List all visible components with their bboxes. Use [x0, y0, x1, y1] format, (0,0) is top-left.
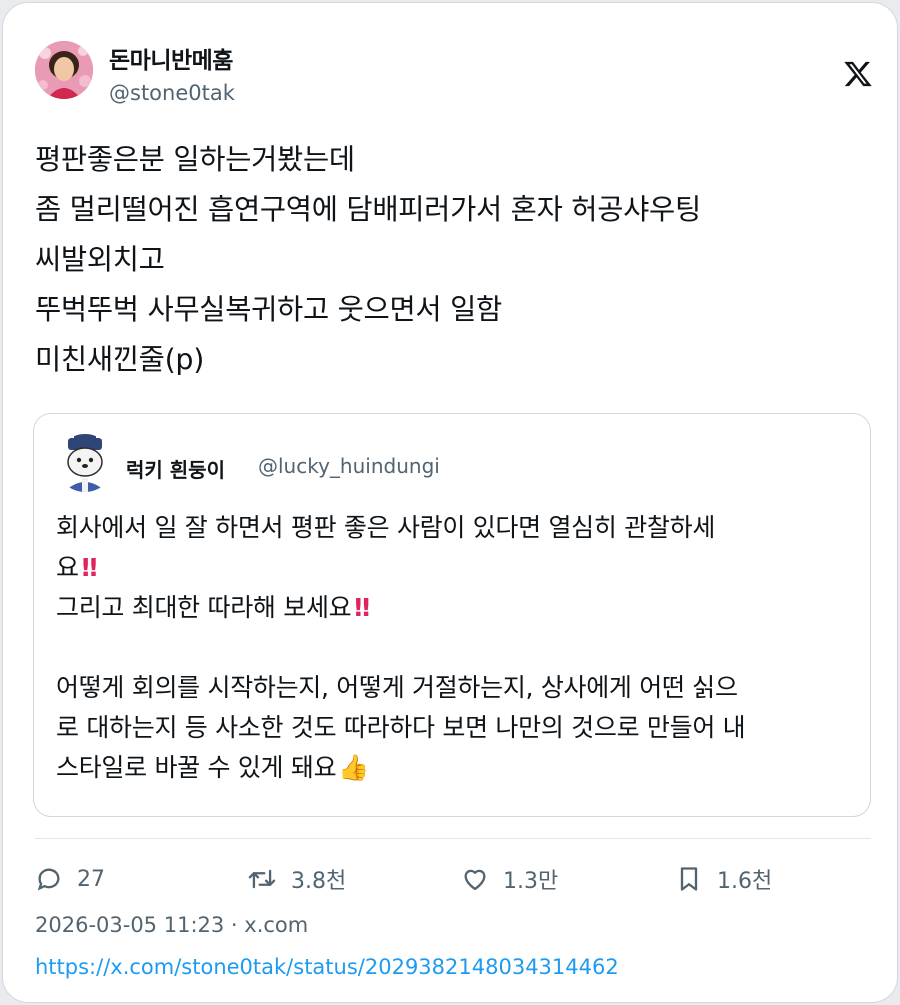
quote-line: 스타일로 바꿀 수 있게 돼요👍 [56, 753, 370, 782]
quote-line: 그리고 최대한 따라해 보세요 ‼ [56, 593, 370, 622]
tweet-line: 씨발외치고 [35, 243, 165, 276]
reply-count: 27 [77, 866, 105, 892]
tweet-line: 미친새낀줄(p) [35, 343, 205, 376]
quote-line: 로 대하는지 등 사소한 것도 따라하다 보면 나만의 것으로 만들어 내 [56, 713, 746, 742]
quote-line: 요 ‼ [56, 553, 98, 582]
quote-author-avatar[interactable] [56, 434, 114, 492]
quote-author-handle[interactable]: @lucky_huindungi [258, 454, 440, 478]
tweet-line: 좀 멀리떨어진 흡연구역에 담배피러가서 혼자 허공샤우팅 [35, 193, 701, 226]
bookmark-button[interactable]: 1.6천 [675, 861, 772, 897]
speech-bubble-icon [37, 868, 60, 891]
quote-text: 회사에서 일 잘 하면서 평판 좋은 사람이 있다면 열심히 관찰하세 요 ‼ 그… [56, 508, 856, 788]
retweet-count: 3.8천 [291, 869, 347, 894]
author-name[interactable]: 돈마니반메훔 [109, 41, 233, 75]
like-count: 1.3만 [503, 869, 559, 894]
tweet-timestamp: 2026-03-05 11:23 · x.com [35, 913, 309, 937]
double-exclamation-emoji: ‼ [354, 593, 370, 622]
quoted-tweet[interactable]: 럭키 흰둥이 @lucky_huindungi 회사에서 일 잘 하면서 평판 … [33, 413, 871, 817]
retweet-button[interactable]: 3.8천 [247, 861, 346, 897]
author-handle[interactable]: @stone0tak [109, 81, 235, 105]
heart-icon [464, 869, 486, 891]
tweet-card: 돈마니반메훔 @stone0tak 평판좋은분 일하는거봤는데 좀 멀리떨어진 … [2, 2, 898, 1003]
x-logo-icon[interactable] [843, 59, 873, 89]
author-avatar[interactable] [35, 41, 93, 99]
tweet-text: 평판좋은분 일하는거봤는데 좀 멀리떨어진 흡연구역에 담배피러가서 혼자 허공… [35, 135, 875, 385]
thumbs-up-emoji: 👍 [338, 753, 370, 782]
quote-line: 회사에서 일 잘 하면서 평판 좋은 사람이 있다면 열심히 관찰하세 [56, 513, 716, 542]
retweet-arrows-icon [248, 869, 276, 889]
tweet-line: 뚜벅뚜벅 사무실복귀하고 웃으면서 일함 [35, 293, 502, 326]
bookmark-icon [680, 867, 698, 891]
quote-line: 어떻게 회의를 시작하는지, 어떻게 거절하는지, 상사에게 어떤 싥으 [56, 673, 738, 702]
bookmark-count: 1.6천 [717, 869, 773, 894]
divider [35, 838, 871, 839]
quote-blank-line [56, 628, 856, 668]
tweet-line: 평판좋은분 일하는거봤는데 [35, 143, 355, 176]
like-button[interactable]: 1.3만 [461, 861, 558, 897]
double-exclamation-emoji: ‼ [81, 553, 98, 582]
reply-button[interactable]: 27 [35, 861, 105, 897]
tweet-url-link[interactable]: https://x.com/stone0tak/status/202938214… [35, 955, 619, 979]
quote-author-name[interactable]: 럭키 흰둥이 [126, 454, 225, 483]
